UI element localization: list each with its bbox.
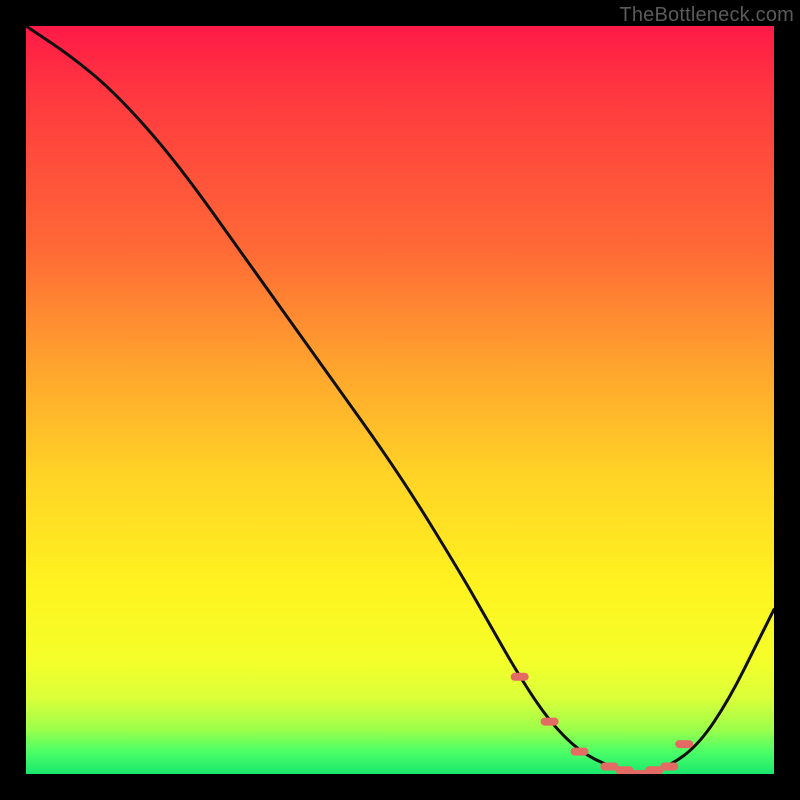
watermark-text: TheBottleneck.com xyxy=(619,4,794,27)
chart-gradient-background xyxy=(26,26,774,774)
chart-frame xyxy=(26,26,774,774)
